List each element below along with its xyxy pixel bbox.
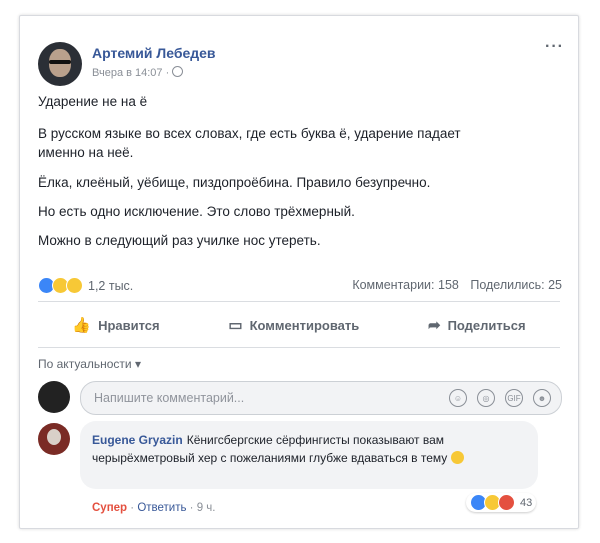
sticker-icon[interactable]: ☻ — [533, 389, 551, 407]
comment-reactions[interactable]: 43 — [466, 493, 537, 512]
comment-input[interactable]: Напишите комментарий... ☺ ◎ GIF ☻ — [80, 381, 562, 415]
post-stats: Комментарии: 158 Поделились: 25 — [344, 278, 562, 292]
smiley-emoji-icon — [450, 451, 464, 464]
divider — [38, 347, 560, 348]
divider — [38, 301, 560, 302]
share-label: Поделиться — [447, 317, 526, 333]
comments-count[interactable]: Комментарии: 158 — [352, 278, 459, 292]
emoji-icon[interactable]: ☺ — [449, 389, 467, 407]
comment-body: Eugene Gryazin Кёнигсбергские сёрфингисты… — [92, 431, 532, 467]
comment-icon: ▭ — [228, 317, 243, 334]
avatar-head — [47, 429, 61, 445]
post-text-line: Ёлка, клеёный, уёбище, пиздопроёбина. Пр… — [38, 175, 431, 190]
thumbs-up-icon: 👍 — [72, 317, 92, 334]
more-options-button[interactable]: ··· — [545, 38, 564, 56]
post-actions: 👍 Нравится ▭ Комментировать ➦ Поделиться — [38, 308, 560, 342]
avatar-glasses — [49, 60, 71, 64]
gif-icon[interactable]: GIF — [505, 389, 523, 407]
post-text-line: Можно в следующий раз училке нос утереть… — [38, 233, 321, 248]
like-button[interactable]: 👍 Нравится — [72, 316, 159, 334]
comment-input-placeholder: Напишите комментарий... — [94, 391, 245, 405]
share-icon: ➦ — [427, 317, 441, 334]
comment-time[interactable]: 9 ч. — [197, 502, 216, 514]
current-user-avatar[interactable] — [38, 381, 70, 413]
post-timestamp: Вчера в 14:07 · — [92, 67, 170, 79]
wow-reaction-icon — [66, 277, 83, 294]
globe-icon — [172, 66, 184, 77]
comment-reactions-count: 43 — [520, 496, 533, 509]
comment-button[interactable]: ▭ Комментировать — [228, 316, 359, 334]
angry-reaction-icon — [498, 494, 515, 511]
commenter-avatar[interactable] — [38, 423, 70, 455]
post-text-line: В русском языке во всех словах, где есть… — [38, 126, 461, 141]
reactions-summary[interactable]: 1,2 тыс. — [38, 277, 133, 294]
reply-link[interactable]: Ответить — [137, 502, 186, 514]
like-label: Нравится — [98, 317, 160, 333]
comments-sort-dropdown[interactable]: По актуальности ▾ — [38, 357, 141, 371]
camera-icon[interactable]: ◎ — [477, 389, 495, 407]
comment-links: Супер · Ответить · 9 ч. — [92, 502, 216, 514]
commenter-name[interactable]: Eugene Gryazin — [92, 433, 183, 447]
post-text-line: именно на неё. — [38, 145, 134, 160]
post-text-line: Ударение не на ё — [38, 94, 148, 109]
comment-bubble: Eugene Gryazin Кёнигсбергские сёрфингисты… — [80, 421, 538, 489]
post-meta[interactable]: Вчера в 14:07 · — [92, 66, 184, 79]
super-reaction-link[interactable]: Супер — [92, 502, 127, 514]
shares-count[interactable]: Поделились: 25 — [470, 278, 562, 292]
comment-label: Комментировать — [249, 317, 360, 333]
post-text-line: Но есть одно исключение. Это слово трёхм… — [38, 204, 355, 219]
share-button[interactable]: ➦ Поделиться — [428, 316, 526, 334]
author-name[interactable]: Артемий Лебедев — [92, 45, 216, 61]
author-avatar[interactable] — [38, 42, 82, 86]
post-card: Артемий Лебедев Вчера в 14:07 · ··· Удар… — [19, 15, 579, 529]
reactions-count: 1,2 тыс. — [88, 278, 134, 293]
comment-input-tools: ☺ ◎ GIF ☻ — [449, 389, 551, 407]
